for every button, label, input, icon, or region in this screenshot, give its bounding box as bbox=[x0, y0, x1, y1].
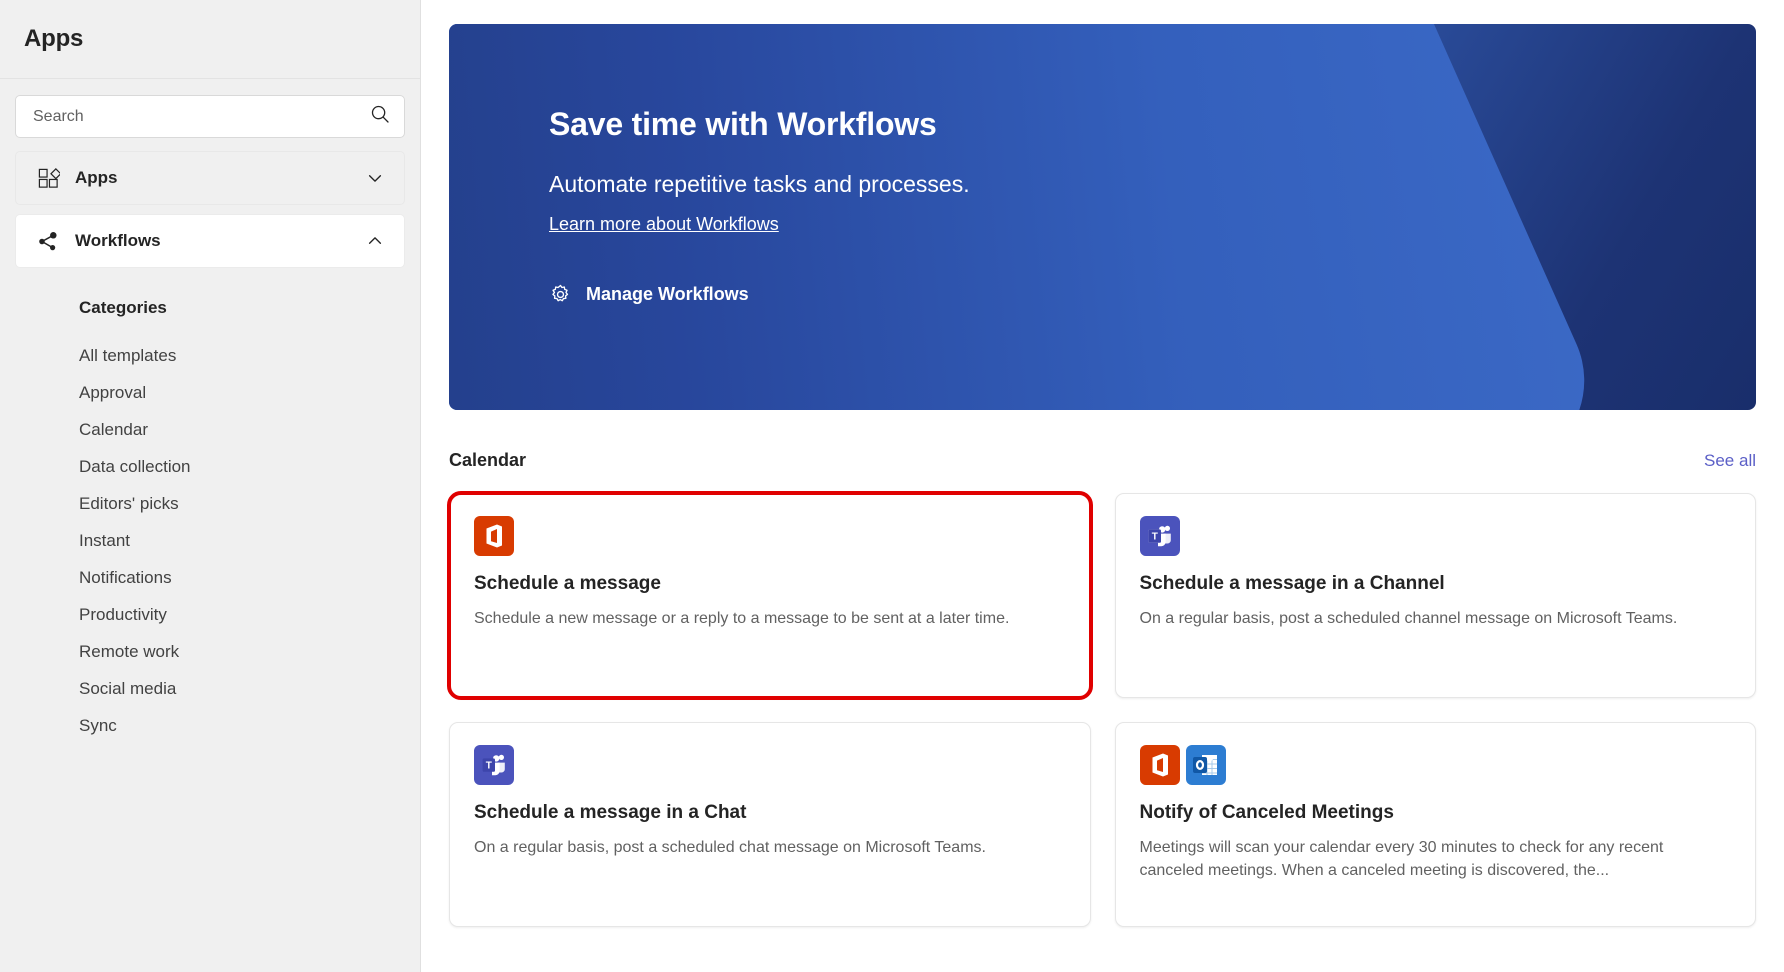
sidebar-item-apps-label: Apps bbox=[75, 168, 364, 188]
sidebar-nav: Apps Workfl bbox=[0, 138, 420, 268]
workflows-promo-banner: Save time with Workflows Automate repeti… bbox=[449, 24, 1756, 410]
see-all-link[interactable]: See all bbox=[1704, 451, 1756, 471]
sidebar: Apps bbox=[0, 0, 421, 972]
gear-icon bbox=[549, 283, 572, 306]
workflows-nodes-icon bbox=[35, 228, 61, 254]
sidebar-header: Apps bbox=[0, 0, 420, 79]
svg-text:T: T bbox=[486, 761, 492, 772]
section-title: Calendar bbox=[449, 450, 526, 471]
template-card-schedule-a-message-in-a-channel[interactable]: T Schedule a message in a Channel On a r… bbox=[1115, 493, 1757, 698]
chevron-up-icon[interactable] bbox=[364, 230, 386, 252]
teams-icon: T bbox=[474, 745, 514, 785]
office365-icon bbox=[474, 516, 514, 556]
sidebar-category-data-collection[interactable]: Data collection bbox=[0, 448, 420, 485]
apps-workflows-page: Apps bbox=[0, 0, 1784, 972]
card-icons: T bbox=[1140, 516, 1732, 556]
card-description: On a regular basis, post a scheduled cha… bbox=[1140, 607, 1732, 630]
card-icons bbox=[1140, 745, 1732, 785]
search-input[interactable] bbox=[33, 108, 370, 126]
card-title: Schedule a message bbox=[474, 573, 1066, 595]
sidebar-category-approval[interactable]: Approval bbox=[0, 374, 420, 411]
sidebar-item-workflows[interactable]: Workflows bbox=[15, 214, 405, 268]
card-title: Notify of Canceled Meetings bbox=[1140, 802, 1732, 824]
sidebar-category-remote-work[interactable]: Remote work bbox=[0, 633, 420, 670]
banner-subtitle: Automate repetitive tasks and processes. bbox=[549, 171, 1756, 198]
card-description: Meetings will scan your calendar every 3… bbox=[1140, 836, 1732, 882]
banner-content: Save time with Workflows Automate repeti… bbox=[449, 24, 1756, 306]
sidebar-category-social-media[interactable]: Social media bbox=[0, 670, 420, 707]
sidebar-item-apps[interactable]: Apps bbox=[15, 151, 405, 205]
chevron-down-icon[interactable] bbox=[364, 167, 386, 189]
manage-workflows-button[interactable]: Manage Workflows bbox=[549, 283, 789, 306]
categories-list: Categories All templates Approval Calend… bbox=[0, 268, 420, 744]
svg-text:T: T bbox=[1151, 532, 1157, 543]
template-card-notify-of-canceled-meetings[interactable]: Notify of Canceled Meetings Meetings wil… bbox=[1115, 722, 1757, 927]
card-title: Schedule a message in a Channel bbox=[1140, 573, 1732, 595]
search-icon[interactable] bbox=[370, 104, 390, 129]
card-description: Schedule a new message or a reply to a m… bbox=[474, 607, 1066, 630]
office365-icon bbox=[1140, 745, 1180, 785]
search-box[interactable] bbox=[15, 95, 405, 138]
learn-more-link[interactable]: Learn more about Workflows bbox=[549, 214, 779, 235]
categories-heading: Categories bbox=[0, 298, 420, 318]
card-icons: T bbox=[474, 745, 1066, 785]
card-description: On a regular basis, post a scheduled cha… bbox=[474, 836, 1066, 859]
teams-icon: T bbox=[1140, 516, 1180, 556]
sidebar-category-productivity[interactable]: Productivity bbox=[0, 596, 420, 633]
apps-grid-icon bbox=[35, 165, 61, 191]
sidebar-category-instant[interactable]: Instant bbox=[0, 522, 420, 559]
outlook-icon bbox=[1186, 745, 1226, 785]
sidebar-category-all-templates[interactable]: All templates bbox=[0, 337, 420, 374]
template-card-schedule-a-message-in-a-chat[interactable]: T Schedule a message in a Chat On a regu… bbox=[449, 722, 1091, 927]
page-title: Apps bbox=[24, 25, 83, 53]
sidebar-category-sync[interactable]: Sync bbox=[0, 707, 420, 744]
sidebar-category-editors-picks[interactable]: Editors' picks bbox=[0, 485, 420, 522]
template-card-schedule-a-message[interactable]: Schedule a message Schedule a new messag… bbox=[449, 493, 1091, 698]
manage-workflows-label: Manage Workflows bbox=[586, 284, 749, 305]
card-icons bbox=[474, 516, 1066, 556]
calendar-section-header: Calendar See all bbox=[449, 450, 1756, 471]
template-card-grid: Schedule a message Schedule a new messag… bbox=[449, 493, 1756, 927]
search-container bbox=[0, 79, 420, 138]
main-content: Save time with Workflows Automate repeti… bbox=[421, 0, 1784, 972]
sidebar-category-notifications[interactable]: Notifications bbox=[0, 559, 420, 596]
card-title: Schedule a message in a Chat bbox=[474, 802, 1066, 824]
sidebar-category-calendar[interactable]: Calendar bbox=[0, 411, 420, 448]
sidebar-item-workflows-label: Workflows bbox=[75, 231, 364, 251]
banner-title: Save time with Workflows bbox=[549, 106, 1756, 143]
